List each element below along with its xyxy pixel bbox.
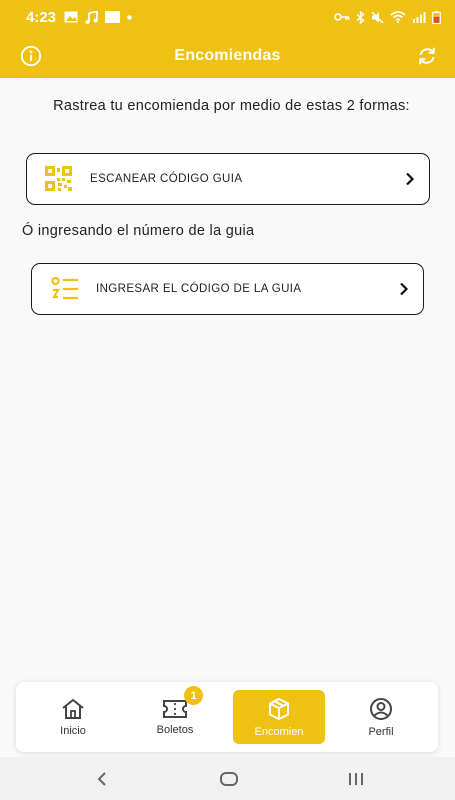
app-header: Encomiendas [0,34,455,78]
status-time: 4:23 [26,8,57,26]
nav-boletos[interactable]: Boletos 1 [130,686,220,744]
key-icon [334,12,350,22]
home-circle-icon [220,772,238,786]
package-icon [269,697,289,720]
home-icon [62,698,84,719]
info-button[interactable] [19,44,43,68]
system-back-button[interactable] [90,767,114,791]
nav-inicio[interactable]: Inicio [28,690,118,744]
status-bar: 4:23 [0,0,455,34]
scan-code-label: ESCANEAR CÓDIGO GUIA [90,173,243,185]
refresh-button[interactable] [415,44,439,68]
ticket-icon [163,699,187,718]
nav-perfil[interactable]: Perfil [336,690,426,744]
app-square-icon [105,11,121,23]
chevron-right-icon [405,172,415,186]
page-title: Encomiendas [174,47,281,64]
back-icon [97,772,106,786]
recents-icon [349,773,363,785]
system-nav-bar [0,757,455,800]
nav-perfil-label: Perfil [368,725,394,738]
nav-boletos-label: Boletos [156,723,194,736]
refresh-icon [419,47,435,65]
status-system-icons [334,10,441,24]
info-icon [20,45,42,67]
system-home-button[interactable] [217,767,241,791]
music-note-icon [85,10,98,24]
nav-encomiendas[interactable]: Encomien [233,690,325,744]
dot-icon [127,14,132,20]
or-text: Ó ingresando el número de la guia [22,223,255,239]
profile-icon [370,697,392,720]
nav-inicio-label: Inicio [60,724,86,737]
enter-code-label: INGRESAR EL CÓDIGO DE LA GUIA [96,283,302,295]
status-notification-icons [64,10,132,24]
image-icon [64,11,78,23]
nav-encomiendas-label: Encomien [254,725,304,738]
battery-icon [432,10,441,24]
system-recents-button[interactable] [344,767,368,791]
mute-icon [371,10,384,24]
signal-icon [412,11,426,23]
notification-badge: 1 [184,686,203,705]
chevron-right-icon [399,282,409,296]
enter-code-button[interactable]: INGRESAR EL CÓDIGO DE LA GUIA [31,263,424,315]
list-code-icon [50,274,80,304]
bottom-nav: Inicio Boletos 1 Encomien Perfil [16,682,438,752]
qr-code-icon [44,164,74,194]
wifi-icon [390,11,406,23]
bluetooth-icon [356,10,365,24]
intro-text: Rastrea tu encomienda por medio de estas… [53,98,410,114]
scan-code-button[interactable]: ESCANEAR CÓDIGO GUIA [26,153,430,205]
